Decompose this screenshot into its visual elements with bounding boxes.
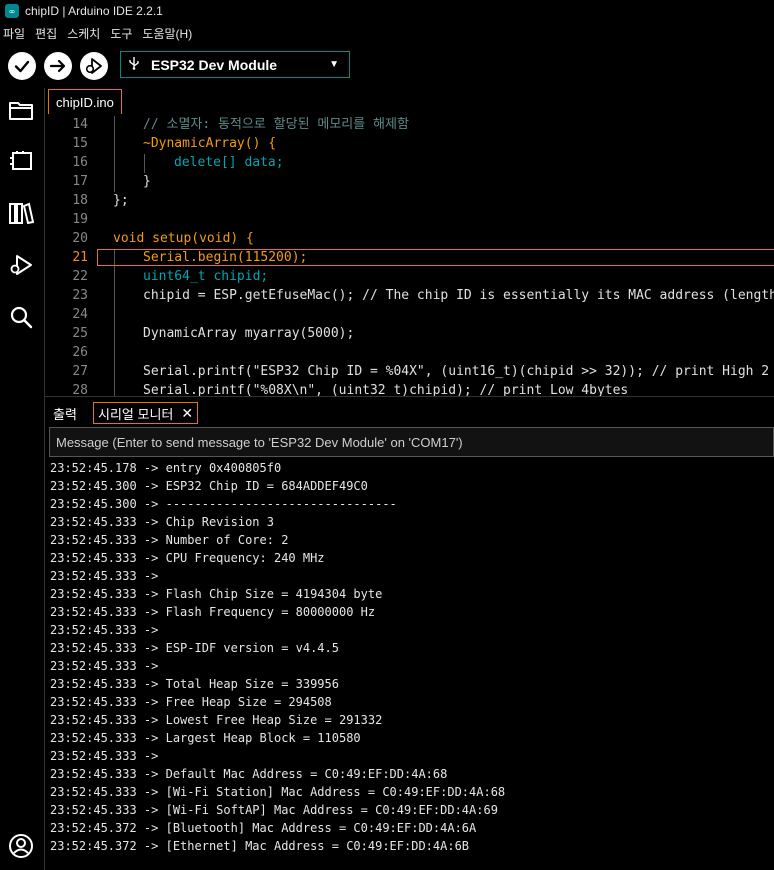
arrow-right-icon (49, 59, 66, 73)
monitor-line: 23:52:45.333 -> Largest Heap Block = 110… (50, 731, 361, 745)
checkmark-icon (14, 60, 30, 73)
window-title: chipID | Arduino IDE 2.2.1 (25, 4, 163, 18)
menu-sketch[interactable]: 스케치 (62, 25, 105, 42)
code-line: 14// 소멸자: 동적으로 할당된 메모리를 해제함 (72, 117, 409, 132)
activity-sidebar (0, 88, 45, 870)
verify-button[interactable] (8, 52, 36, 80)
usb-icon (121, 56, 147, 73)
monitor-line: 23:52:45.372 -> [Bluetooth] Mac Address … (50, 821, 477, 835)
menu-edit[interactable]: 편집 (30, 25, 62, 42)
monitor-line: 23:52:45.333 -> Number of Core: 2 (50, 533, 289, 547)
board-name: ESP32 Dev Module (151, 56, 278, 73)
monitor-line: 23:52:45.333 -> Free Heap Size = 294508 (50, 695, 332, 709)
code-line: 23 chipid = ESP.getEfuseMac(); // The chi… (72, 288, 774, 303)
monitor-line: 23:52:45.333 -> CPU Frequency: 240 MHz (50, 551, 325, 565)
code-line: 25 DynamicArray myarray(5000); (72, 326, 355, 341)
monitor-line: 23:52:45.333 -> (50, 623, 166, 637)
arduino-logo-icon: ∞ (5, 4, 19, 18)
code-line-active: 21 Serial.begin(115200); (45, 248, 774, 267)
menu-file[interactable]: 파일 (0, 25, 30, 42)
tab-chipid-ino[interactable]: chipID.ino (48, 89, 122, 114)
debug-icon (85, 58, 102, 74)
debug-button[interactable] (80, 52, 108, 80)
monitor-line: 23:52:45.333 -> [Wi-Fi Station] Mac Addr… (50, 785, 506, 799)
code-line: 16 delete[] data; (72, 155, 284, 170)
sketchbook-folder-icon[interactable] (6, 95, 36, 125)
monitor-line: 23:52:45.333 -> Flash Chip Size = 419430… (50, 587, 383, 601)
menu-bar: 파일 편집 스케치 도구 도움말(H) (0, 22, 774, 44)
monitor-line: 23:52:45.333 -> Default Mac Address = C0… (50, 767, 448, 781)
monitor-line: 23:52:45.333 -> (50, 659, 166, 673)
code-line: 27 Serial.printf("ESP32 Chip ID = %04X", … (72, 364, 774, 379)
monitor-line: 23:52:45.300 -> ------------------------… (50, 497, 397, 511)
code-line: 15 ~DynamicArray() { (72, 136, 277, 151)
monitor-line: 23:52:45.333 -> (50, 749, 166, 763)
monitor-line: 23:52:45.333 -> Chip Revision 3 (50, 515, 274, 529)
monitor-line: 23:52:45.333 -> Flash Frequency = 800000… (50, 605, 376, 619)
monitor-line: 23:52:45.333 -> Lowest Free Heap Size = … (50, 713, 383, 727)
boards-manager-icon[interactable] (6, 146, 36, 176)
monitor-line: 23:52:45.333 -> [Wi-Fi SoftAP] Mac Addre… (50, 803, 498, 817)
menu-help[interactable]: 도움말(H) (137, 25, 197, 42)
menu-tools[interactable]: 도구 (105, 25, 137, 42)
account-icon[interactable] (6, 831, 36, 861)
search-icon[interactable] (6, 302, 36, 332)
code-line: 22 uint64_t chipid; (72, 269, 269, 284)
close-icon[interactable]: ✕ (181, 405, 193, 422)
code-editor[interactable]: 14// 소멸자: 동적으로 할당된 메모리를 해제함 15 ~DynamicAr… (45, 116, 774, 396)
tab-output[interactable]: 출력 (53, 402, 77, 424)
serial-monitor-output: 23:52:45.178 -> entry 0x400805f0 23:52:45… (45, 458, 774, 870)
monitor-line: 23:52:45.333 -> Total Heap Size = 339956 (50, 677, 339, 691)
toolbar (0, 44, 774, 88)
monitor-line: 23:52:45.333 -> ESP-IDF version = v4.4.5 (50, 641, 339, 655)
bottom-panel-tabs: 출력 시리얼 모니터 ✕ (45, 396, 774, 427)
upload-button[interactable] (44, 52, 72, 80)
code-line: 20 void setup(void) { (72, 231, 254, 246)
code-line: 19 (72, 212, 88, 227)
monitor-line: 23:52:45.333 -> (50, 569, 166, 583)
code-line: 18}; (72, 193, 129, 208)
monitor-line: 23:52:45.372 -> [Ethernet] Mac Address =… (50, 839, 470, 853)
code-line: 17} (72, 174, 151, 189)
library-manager-icon[interactable] (6, 198, 36, 228)
monitor-line: 23:52:45.178 -> entry 0x400805f0 (50, 461, 282, 475)
debug-sidebar-icon[interactable] (6, 250, 36, 280)
code-line: 28 Serial.printf("%08X\n", (uint32_t)chip… (72, 383, 629, 396)
code-line: 26 (72, 345, 88, 360)
board-selector[interactable]: ESP32 Dev Module ▼ (120, 51, 350, 78)
tab-serial-monitor-label: 시리얼 모니터 (98, 406, 174, 422)
editor-tab-bar: chipID.ino (45, 88, 774, 117)
code-line: 24 (72, 307, 88, 322)
title-bar: ∞ chipID | Arduino IDE 2.2.1 (0, 0, 774, 22)
tab-serial-monitor[interactable]: 시리얼 모니터 ✕ (93, 402, 199, 424)
serial-message-input[interactable]: Message (Enter to send message to 'ESP32… (49, 427, 774, 457)
chevron-down-icon: ▼ (329, 59, 339, 70)
monitor-line: 23:52:45.300 -> ESP32 Chip ID = 684ADDEF… (50, 479, 368, 493)
